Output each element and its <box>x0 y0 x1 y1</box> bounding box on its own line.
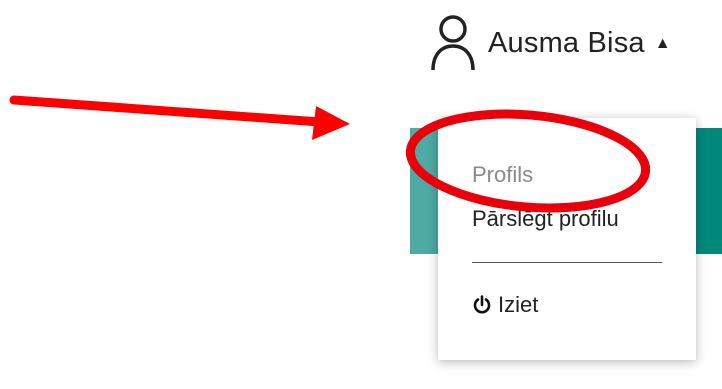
menu-item-profile[interactable]: Profils <box>472 162 533 188</box>
user-menu-toggle[interactable]: Ausma Bisa ▲ <box>430 10 671 76</box>
user-dropdown-menu: Profils Pārslēgt profilu Iziet <box>438 118 696 360</box>
menu-item-logout[interactable]: Iziet <box>472 292 538 318</box>
user-name: Ausma Bisa <box>488 26 645 59</box>
annotation-arrow-head <box>312 106 350 140</box>
annotation-arrow-shaft <box>9 95 325 127</box>
menu-divider <box>472 262 662 263</box>
caret-up-icon: ▲ <box>654 35 671 52</box>
menu-item-switch-profile[interactable]: Pārslēgt profilu <box>472 206 619 232</box>
teal-header-band-edge <box>410 128 440 254</box>
power-icon <box>472 295 492 315</box>
menu-item-logout-label: Iziet <box>498 292 539 317</box>
user-outline-icon <box>430 14 476 72</box>
